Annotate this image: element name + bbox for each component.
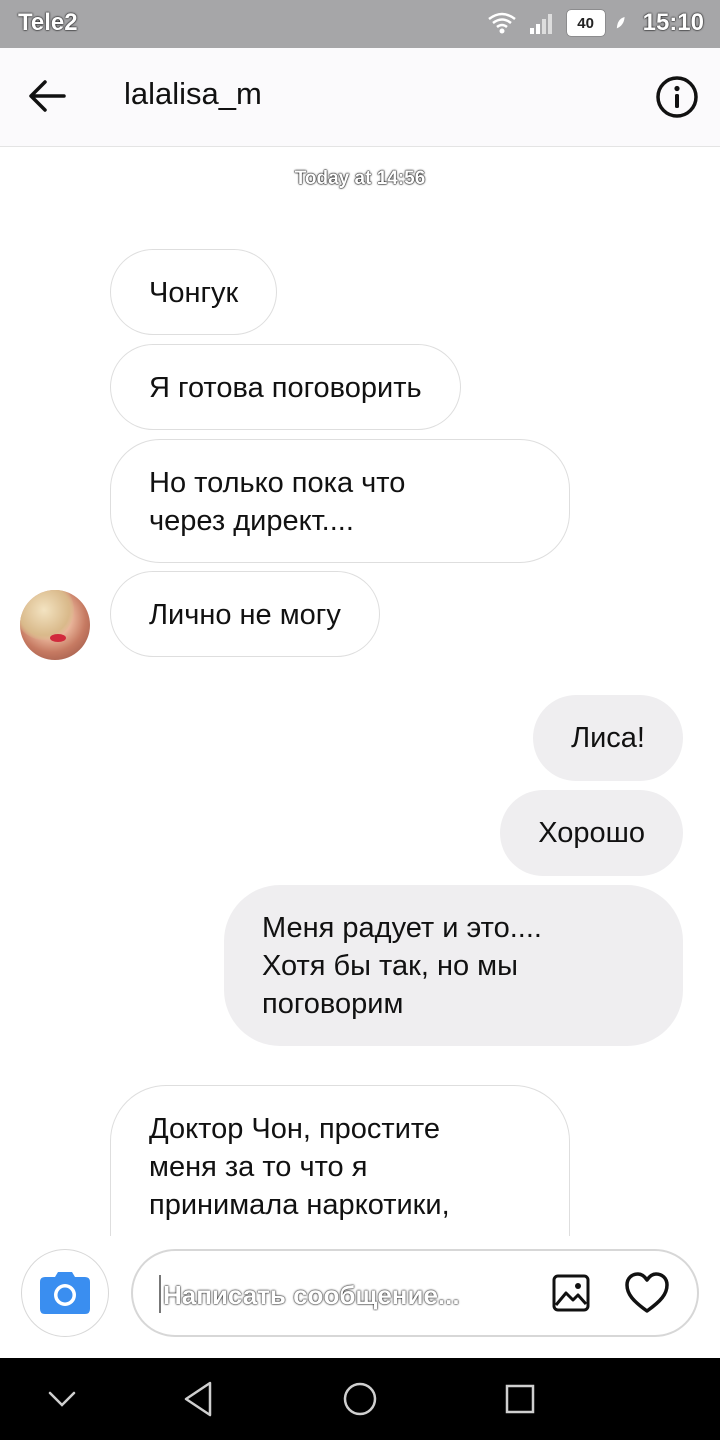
nav-collapse-icon[interactable] <box>42 1379 82 1419</box>
message-bubble-incoming[interactable]: Чонгук <box>110 249 278 335</box>
message-bubble-incoming[interactable]: Лично не могу <box>110 571 380 657</box>
camera-icon <box>40 1272 90 1314</box>
camera-button-inner <box>28 1256 102 1330</box>
status-bar: Tele2 40 15:10 <box>0 0 720 48</box>
system-nav-bar <box>0 1358 720 1440</box>
nav-back-icon[interactable] <box>180 1379 220 1419</box>
camera-button[interactable] <box>21 1249 109 1337</box>
chat-header: lalalisa_m <box>0 48 720 147</box>
message-bubble-outgoing[interactable]: Меня радует и это.... Хотя бы так, но мы… <box>224 885 683 1046</box>
signal-icon <box>529 14 552 34</box>
message-input[interactable] <box>161 1273 545 1317</box>
chat-title[interactable]: lalalisa_m <box>124 76 262 112</box>
leaf-icon <box>616 17 625 29</box>
message-bubble-incoming[interactable]: Я готова поговорить <box>110 344 461 430</box>
message-composer[interactable] <box>131 1249 699 1337</box>
conversation-timestamp: Today at 14:56 <box>294 168 426 189</box>
battery-icon: 40 <box>566 10 605 36</box>
wifi-icon <box>487 12 516 34</box>
contact-avatar[interactable] <box>20 590 90 660</box>
back-arrow-icon[interactable] <box>26 75 68 117</box>
message-bubble-incoming[interactable]: Но только пока что через директ.... <box>110 439 570 563</box>
avatar-hair <box>20 590 74 640</box>
status-icons: 40 15:10 <box>487 9 704 37</box>
nav-recents-icon[interactable] <box>500 1379 540 1419</box>
message-bubble-outgoing[interactable]: Лиса! <box>533 695 683 781</box>
message-bubble-outgoing[interactable]: Хорошо <box>500 790 683 876</box>
nav-home-icon[interactable] <box>340 1379 380 1419</box>
gallery-icon[interactable] <box>551 1273 591 1313</box>
avatar-lips <box>50 634 66 642</box>
info-icon[interactable] <box>654 74 700 120</box>
carrier-name: Tele2 <box>18 9 78 36</box>
heart-icon[interactable] <box>623 1269 671 1317</box>
clock: 15:10 <box>642 9 704 36</box>
